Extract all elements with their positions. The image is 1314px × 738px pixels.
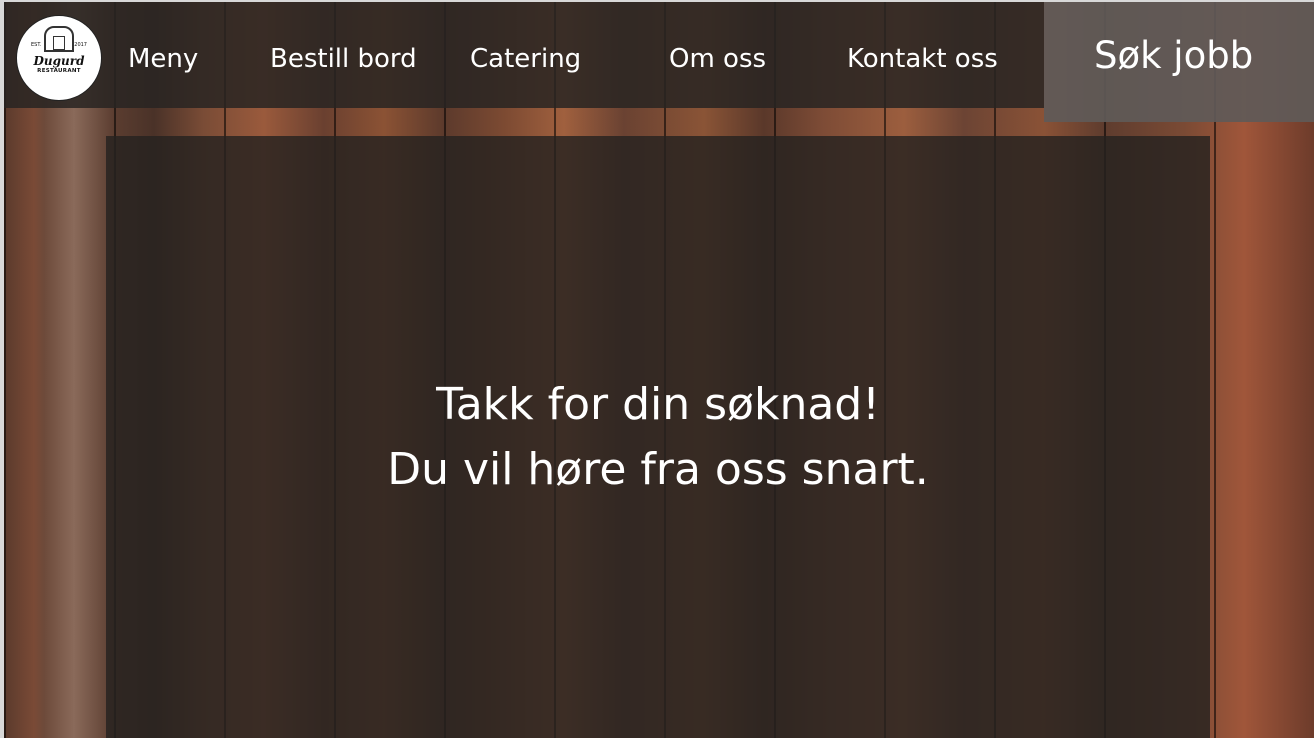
navbar: EST. 2017 Dugurd RESTAURANT Meny Bestill… (4, 2, 1044, 108)
logo-year: 2017 (74, 42, 87, 48)
logo-subtitle: RESTAURANT (37, 68, 81, 74)
nav-om-oss[interactable]: Om oss (669, 42, 766, 76)
nav-sok-jobb-label: Søk jobb (1094, 34, 1254, 77)
nav-meny[interactable]: Meny (128, 42, 198, 76)
nav-catering[interactable]: Catering (470, 42, 581, 76)
nav-kontakt-oss[interactable]: Kontakt oss (847, 42, 998, 76)
nav-bestill-bord[interactable]: Bestill bord (270, 42, 417, 76)
barn-icon (44, 26, 74, 52)
logo-name: Dugurd (33, 54, 85, 68)
thank-you-heading: Takk for din søknad! (436, 379, 880, 430)
logo-est: EST. (31, 42, 42, 48)
nav-sok-jobb[interactable]: Søk jobb (1044, 2, 1314, 122)
logo[interactable]: EST. 2017 Dugurd RESTAURANT (16, 15, 102, 101)
thank-you-subtext: Du vil høre fra oss snart. (387, 444, 929, 495)
content-panel: Takk for din søknad! Du vil høre fra oss… (106, 136, 1210, 738)
